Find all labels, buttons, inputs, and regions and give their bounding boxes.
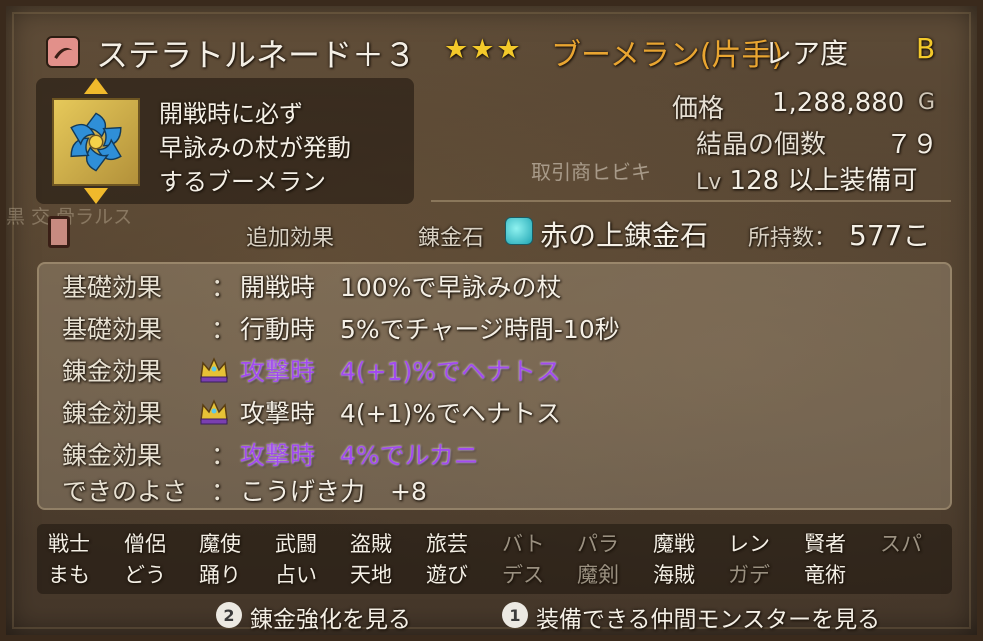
crystal-value: ７９	[886, 130, 939, 160]
crystal-label: 結晶の個数	[696, 130, 827, 160]
arrow-up-icon[interactable]	[84, 78, 108, 94]
job-label: 踊り	[199, 563, 241, 587]
level-requirement: Lv 128 以上装備可	[696, 160, 917, 197]
job-label: パラ	[577, 532, 619, 556]
job-label: 僧侶	[124, 532, 166, 556]
effect-value: 開戦時 100%で早詠みの杖	[240, 273, 562, 302]
job-label: ガデ	[728, 563, 770, 587]
job-label: 海賊	[653, 563, 695, 587]
item-name: ステラトルネード＋３	[96, 36, 417, 74]
effect-value: 攻撃時 4(+1)%でヘナトス	[240, 399, 562, 428]
job-label: レン	[728, 532, 770, 556]
job-label: 戦士	[48, 532, 90, 556]
effect-label: できのよさ	[62, 477, 188, 506]
rare-label: レア度	[764, 37, 849, 70]
info-divider	[431, 200, 951, 202]
effect-value: 行動時 5%でチャージ時間-10秒	[240, 315, 620, 344]
price-value: 1,288,880	[772, 88, 905, 118]
view-alchemy-button[interactable]: 錬金強化を見る	[250, 600, 411, 634]
effect-label: 錬金効果	[62, 357, 163, 386]
item-type: ブーメラン(片手)	[551, 38, 784, 73]
job-label: 旅芸	[426, 532, 468, 556]
job-label: デス	[502, 563, 544, 587]
effect-label: 基礎効果	[62, 273, 163, 302]
job-label: 占い	[275, 563, 317, 587]
job-label: スパ	[880, 532, 922, 556]
job-label: バト	[502, 532, 545, 556]
view-monsters-button[interactable]: 装備できる仲間モンスターを見る	[536, 600, 880, 634]
alchemy-stone-label: 錬金石	[418, 226, 485, 251]
effect-separator: ：	[211, 477, 237, 506]
price-unit: G	[918, 90, 936, 115]
job-label: 遊び	[426, 563, 468, 587]
effect-label: 基礎効果	[62, 315, 163, 344]
description-line: 開戦時に必ず	[159, 100, 303, 128]
book-icon[interactable]	[48, 216, 70, 248]
job-label: まも	[48, 563, 90, 587]
crown-icon	[198, 396, 230, 426]
effect-value: 攻撃時 4%でルカニ	[240, 441, 479, 470]
job-label: 武闘	[275, 532, 317, 556]
job-label: 盗賊	[350, 532, 392, 556]
owned-count-label: 所持数：	[748, 226, 837, 251]
job-label: 魔使	[199, 532, 241, 556]
effect-separator: ：	[211, 441, 237, 470]
rarity-stars: ★★★	[444, 34, 523, 65]
level-prefix: Lv	[696, 170, 722, 195]
effect-separator: ：	[211, 273, 237, 302]
effect-value: こうげき力 +8	[240, 477, 427, 506]
button-2-badge[interactable]: 2	[216, 602, 242, 628]
level-value: 128	[729, 166, 780, 196]
description-line: 早詠みの杖が発動	[159, 134, 351, 162]
level-suffix: 以上装備可	[787, 166, 918, 196]
description-line: するブーメラン	[159, 168, 327, 196]
effect-value: 攻撃時 4(+1)%でヘナトス	[240, 357, 562, 386]
merchant-name: 取引商ヒビキ	[531, 160, 651, 184]
weapon-icon	[52, 98, 140, 186]
job-label: 魔剣	[577, 563, 619, 587]
effect-label: 錬金効果	[62, 441, 163, 470]
job-label: 竜術	[804, 563, 846, 587]
button-1-badge[interactable]: 1	[502, 602, 528, 628]
alchemy-stone-name: 赤の上錬金石	[540, 219, 709, 252]
job-label: どう	[124, 563, 166, 587]
crown-icon	[198, 354, 230, 384]
effect-label: 錬金効果	[62, 399, 163, 428]
rare-grade: B	[916, 32, 936, 65]
item-detail-panel: ステラトルネード＋３ ★★★ ブーメラン(片手) レア度 B 開戦時に必ず 早詠…	[0, 0, 983, 641]
boomerang-category-icon	[46, 36, 80, 68]
job-label: 天地	[350, 563, 392, 587]
job-label: 賢者	[804, 532, 846, 556]
price-label: 価格	[672, 94, 725, 124]
job-label: 魔戦	[653, 532, 695, 556]
owned-count-value: 577こ	[849, 219, 931, 252]
effect-separator: ：	[211, 315, 237, 344]
extra-effect-label: 追加効果	[246, 226, 335, 251]
alchemy-stone-icon	[505, 217, 533, 245]
